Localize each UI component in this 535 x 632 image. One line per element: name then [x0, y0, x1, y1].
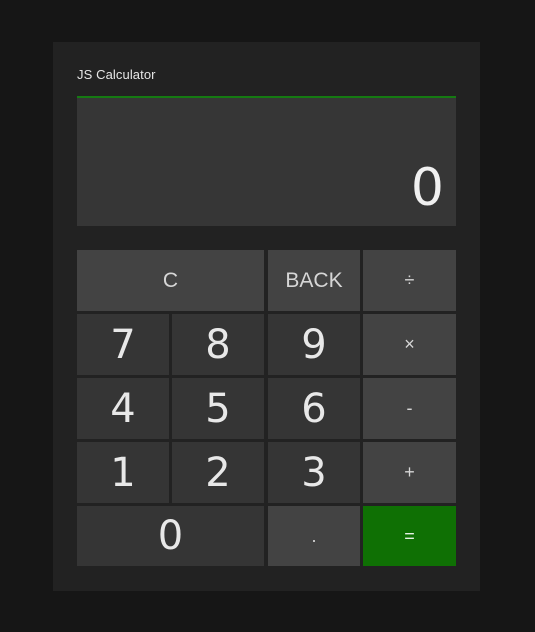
decimal-button[interactable]: .	[268, 506, 360, 566]
digit-4-button[interactable]: 4	[77, 378, 169, 439]
digit-0-button[interactable]: 0	[77, 506, 264, 566]
divide-button[interactable]: ÷	[363, 250, 456, 311]
display-value: 0	[410, 158, 444, 218]
multiply-button[interactable]: ×	[363, 314, 456, 375]
backspace-button[interactable]: BACK	[268, 250, 360, 311]
calculator-panel: JS Calculator 0 C BACK ÷ 7 8 9 × 4 5 6 -…	[53, 42, 480, 591]
clear-button[interactable]: C	[77, 250, 264, 311]
digit-1-button[interactable]: 1	[77, 442, 169, 503]
keypad: C BACK ÷ 7 8 9 × 4 5 6 - 1 2 3 + 0 . =	[77, 250, 456, 566]
digit-2-button[interactable]: 2	[172, 442, 264, 503]
equals-button[interactable]: =	[363, 506, 456, 566]
add-button[interactable]: +	[363, 442, 456, 503]
digit-3-button[interactable]: 3	[268, 442, 360, 503]
subtract-button[interactable]: -	[363, 378, 456, 439]
digit-9-button[interactable]: 9	[268, 314, 360, 375]
display-screen: 0	[77, 96, 456, 226]
digit-7-button[interactable]: 7	[77, 314, 169, 375]
digit-8-button[interactable]: 8	[172, 314, 264, 375]
digit-6-button[interactable]: 6	[268, 378, 360, 439]
app-title: JS Calculator	[77, 67, 156, 82]
digit-5-button[interactable]: 5	[172, 378, 264, 439]
